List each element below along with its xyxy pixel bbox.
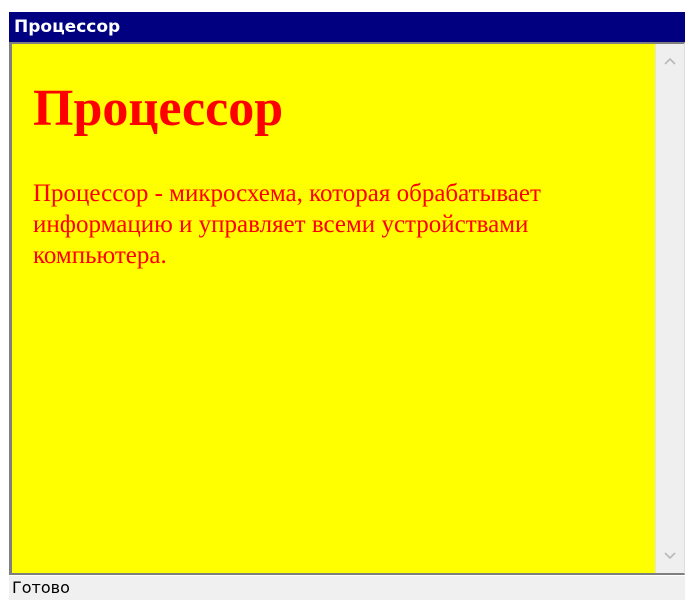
scroll-up-button[interactable] <box>656 48 684 74</box>
vertical-scrollbar[interactable] <box>655 44 684 573</box>
page-paragraph: Процессор - микросхема, которая обрабаты… <box>33 180 541 269</box>
window-title: Процессор <box>9 12 685 42</box>
chevron-up-icon <box>664 57 676 65</box>
content-frame: Процессор Процессор - микросхема, котора… <box>9 42 685 575</box>
page-heading: Процессор <box>33 80 284 137</box>
status-bar: Готово <box>9 575 685 600</box>
scroll-down-button[interactable] <box>656 543 684 569</box>
chevron-down-icon <box>664 552 676 560</box>
document-view: Процессор Процессор - микросхема, котора… <box>12 44 655 573</box>
browser-window: Процессор Процессор Процессор - микросхе… <box>9 12 685 600</box>
